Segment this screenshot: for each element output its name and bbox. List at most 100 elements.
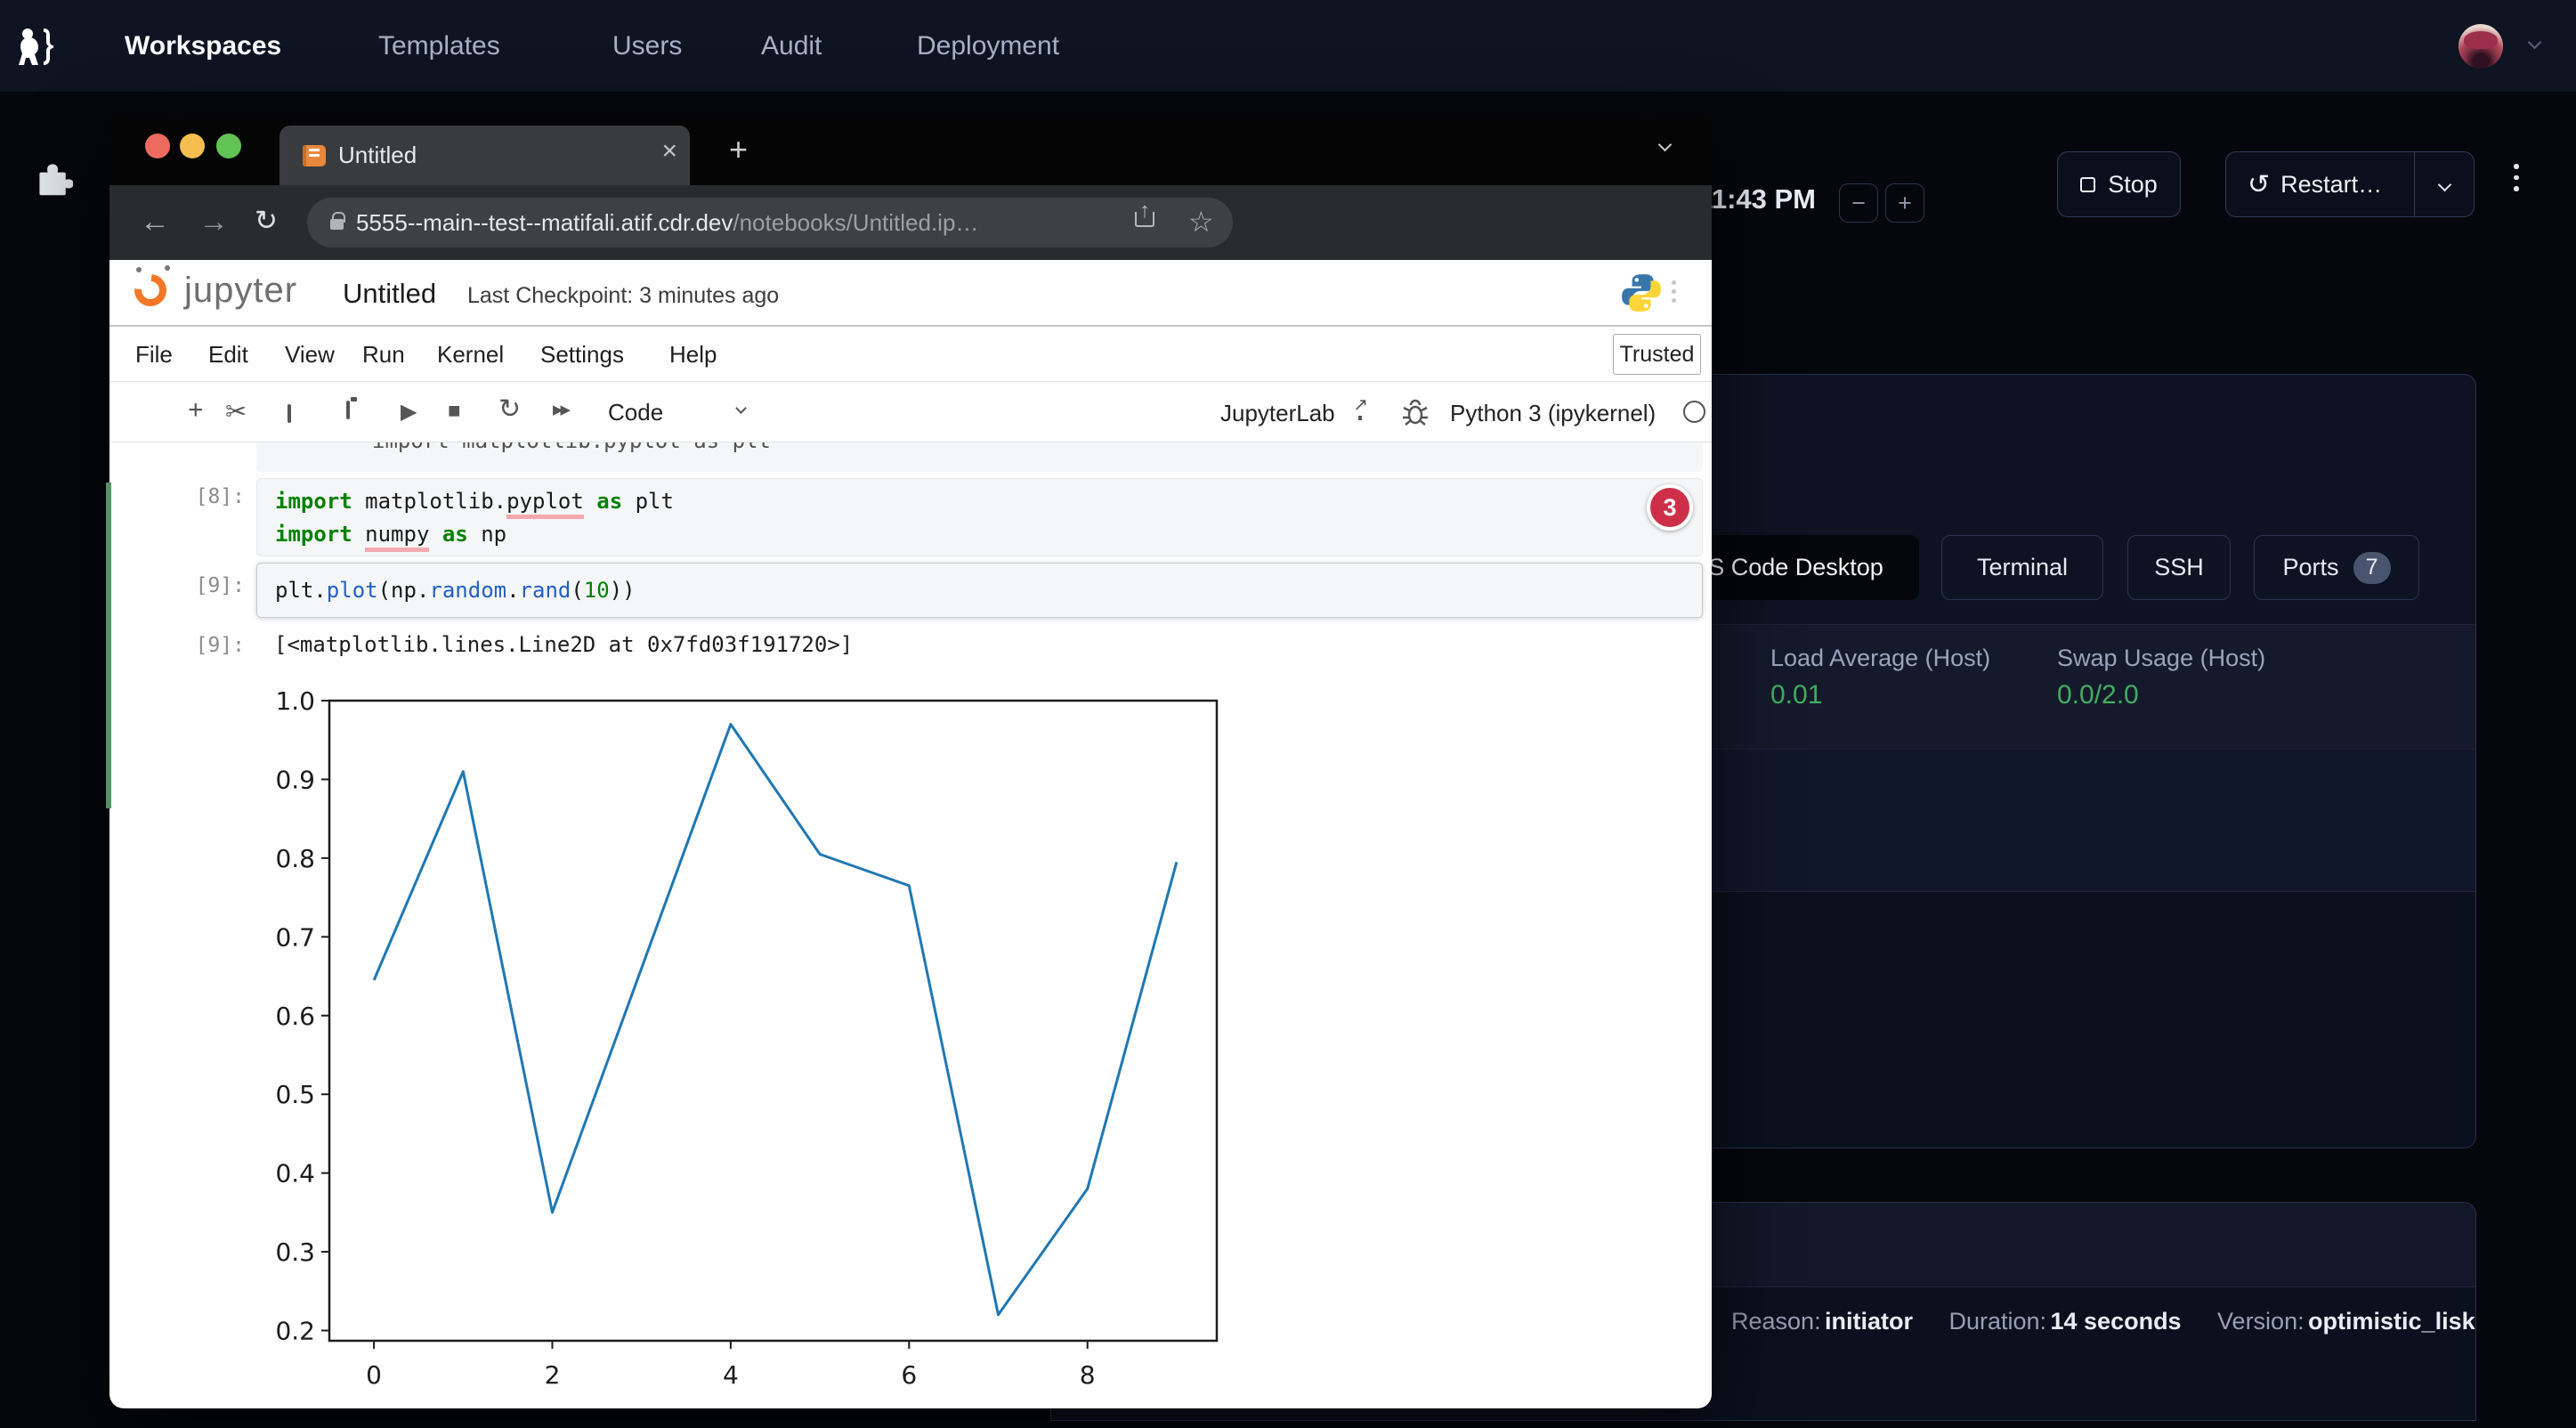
notification-count-badge[interactable]: 3 (1647, 484, 1693, 531)
output-prompt: [9]: (191, 634, 245, 657)
ports-count-badge: 7 (2353, 552, 2391, 584)
tab-title: Untitled (338, 142, 417, 169)
url-text: 5555--main--test--matifali.atif.cdr.dev/… (356, 209, 978, 237)
notebook-title[interactable]: Untitled (343, 278, 436, 310)
copy-cells-icon[interactable] (288, 404, 291, 423)
svg-text:0.2: 0.2 (275, 1317, 315, 1346)
user-avatar[interactable] (2459, 24, 2503, 69)
chrome-menu-kebab-icon[interactable] (1672, 280, 1676, 303)
svg-text:0.3: 0.3 (275, 1237, 315, 1267)
svg-text:0: 0 (366, 1360, 382, 1390)
code-cell-selected[interactable]: plt.plot(np.random.rand(10)) (256, 563, 1703, 618)
svg-text:0.4: 0.4 (275, 1159, 315, 1189)
checkpoint-status: Last Checkpoint: 3 minutes ago (467, 283, 779, 309)
tab-search-chevron-icon[interactable] (1658, 138, 1673, 152)
clipped-previous-cell[interactable]: import matplotlib.pyplot as plt (256, 442, 1703, 472)
tab-ssh[interactable]: SSH (2127, 535, 2231, 600)
address-bar[interactable]: 5555--main--test--matifali.atif.cdr.dev/… (307, 198, 1233, 247)
restart-options-chevron[interactable] (2415, 152, 2474, 216)
user-menu-chevron-icon[interactable] (2528, 36, 2542, 50)
add-cell-icon[interactable]: + (188, 395, 204, 426)
cell-type-select[interactable]: Code (608, 399, 663, 426)
code-line: import numpy as np (275, 518, 1702, 551)
menu-edit[interactable]: Edit (208, 327, 248, 382)
menu-help[interactable]: Help (669, 327, 717, 382)
cell-prompt: [8]: (191, 485, 245, 508)
new-tab-button[interactable]: + (729, 131, 748, 168)
restart-button[interactable]: ↺ Restart… (2226, 152, 2414, 216)
tab-close-icon[interactable]: × (661, 138, 677, 165)
cut-cells-icon[interactable]: ✂ (225, 396, 247, 427)
interrupt-kernel-icon[interactable]: ■ (448, 399, 461, 424)
nav-item-templates[interactable]: Templates (378, 0, 500, 92)
stop-square-icon (2080, 177, 2095, 192)
nav-item-users[interactable]: Users (612, 0, 682, 92)
screen: Workspaces Templates Users Audit Deploym… (0, 0, 2576, 1428)
zoom-out-button[interactable]: − (1839, 183, 1878, 223)
paste-cells-icon[interactable] (346, 401, 350, 419)
jupyter-toolbar: + ✂ ▶ ■ ↻ ▶▶ Code JupyterLab Python 3 (i… (109, 382, 1712, 442)
kernel-status-icon (1683, 401, 1705, 423)
run-cell-icon[interactable]: ▶ (401, 399, 417, 425)
tab-label: VS Code Desktop (1692, 554, 1883, 581)
open-jupyterlab-external-icon[interactable] (1358, 402, 1362, 420)
code-cell[interactable]: import matplotlib.pyplot as plt import n… (256, 478, 1703, 556)
tab-terminal[interactable]: Terminal (1941, 535, 2103, 600)
debugger-bug-icon[interactable] (1402, 398, 1429, 426)
duration-label: Duration: (1948, 1308, 2046, 1335)
browser-tab[interactable]: Untitled × (279, 126, 690, 185)
bookmark-star-icon[interactable]: ☆ (1188, 205, 1214, 239)
tab-label: Terminal (1977, 554, 2068, 581)
reason-label: Reason: (1731, 1308, 1821, 1335)
kernel-name[interactable]: Python 3 (ipykernel) (1450, 400, 1656, 427)
cell-output-text: [<matplotlib.lines.Line2D at 0x7fd03f191… (274, 632, 853, 657)
maximize-traffic-light[interactable] (216, 134, 241, 158)
share-icon[interactable] (1135, 212, 1154, 227)
run-all-icon[interactable]: ▶▶ (553, 402, 568, 418)
menu-run[interactable]: Run (362, 327, 405, 382)
restart-icon: ↺ (2248, 169, 2270, 200)
cell-type-chevron-icon[interactable] (735, 402, 747, 414)
jupyter-notebook-favicon (303, 145, 326, 166)
workspace-menu-kebab-icon[interactable] (2514, 164, 2519, 191)
swap-usage-value: 0.0/2.0 (2057, 680, 2139, 710)
jupyter-header: jupyter Untitled Last Checkpoint: 3 minu… (109, 260, 1712, 327)
minimize-traffic-light[interactable] (180, 134, 205, 158)
reload-icon[interactable]: ↻ (255, 205, 278, 237)
tab-label: SSH (2154, 554, 2204, 581)
svg-text:4: 4 (723, 1360, 739, 1390)
chrome-window: Untitled × + ← → ↻ 5555--main--test--mat… (109, 115, 1712, 1408)
jupyter-brand: jupyter (184, 271, 297, 311)
restart-kernel-icon[interactable]: ↻ (498, 394, 521, 425)
jupyter-menu-bar: File Edit View Run Kernel Settings Help … (109, 327, 1712, 382)
version-label: Version: (2217, 1308, 2305, 1335)
nav-item-workspaces[interactable]: Workspaces (125, 0, 281, 92)
coder-logo-icon[interactable] (14, 23, 57, 69)
menu-settings[interactable]: Settings (540, 327, 624, 382)
svg-text:1.0: 1.0 (275, 686, 315, 716)
restart-workspace-split-button[interactable]: ↺ Restart… (2225, 151, 2475, 217)
zoom-in-button[interactable]: + (1885, 183, 1924, 223)
cell-prompt: [9]: (191, 574, 245, 597)
tab-label: Ports (2282, 554, 2338, 581)
menu-file[interactable]: File (135, 327, 173, 382)
browser-tab-strip: Untitled × + (109, 115, 1712, 185)
nav-item-audit[interactable]: Audit (761, 0, 822, 92)
trusted-button[interactable]: Trusted (1613, 334, 1701, 375)
forward-icon[interactable]: → (198, 205, 229, 239)
back-icon[interactable]: ← (140, 205, 170, 239)
swap-usage-label: Swap Usage (Host) (2057, 645, 2265, 672)
nav-item-deployment[interactable]: Deployment (917, 0, 1059, 92)
stop-workspace-button[interactable]: Stop (2057, 151, 2181, 217)
svg-text:0.8: 0.8 (275, 844, 315, 873)
menu-kernel[interactable]: Kernel (437, 327, 504, 382)
restart-label: Restart… (2280, 171, 2382, 199)
code-line: import matplotlib.pyplot as plt (275, 485, 1702, 518)
jupyterlab-link[interactable]: JupyterLab (1220, 400, 1335, 427)
close-window-traffic-light[interactable] (145, 134, 170, 158)
jupyter-logo-icon (128, 268, 174, 313)
menu-view[interactable]: View (285, 327, 335, 382)
notebook-area: import matplotlib.pyplot as plt [8]: imp… (109, 442, 1712, 1408)
puzzle-extension-icon[interactable] (34, 157, 73, 199)
tab-ports[interactable]: Ports 7 (2254, 535, 2419, 600)
